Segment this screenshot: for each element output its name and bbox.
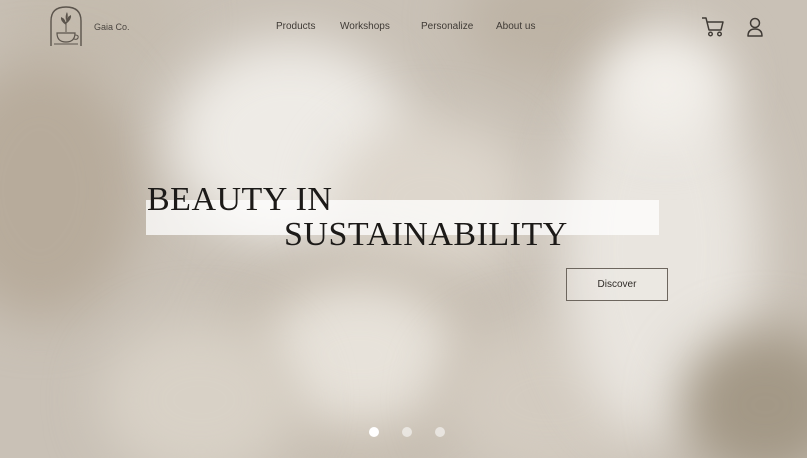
carousel-dot-1-active[interactable] [369,427,379,437]
user-icon[interactable] [744,16,768,38]
discover-button[interactable]: Discover [566,268,668,301]
teacup-plant-arch-icon[interactable] [48,5,84,47]
hero-headline-line-1: BEAUTY IN [147,181,333,218]
cart-icon[interactable] [701,16,725,38]
nav-link-personalize[interactable]: Personalize [421,21,473,32]
top-navigation: Gaia Co. Products Workshops Personalize … [0,0,807,56]
carousel-dot-2[interactable] [402,427,412,437]
nav-link-products[interactable]: Products [276,21,315,32]
carousel-pagination [367,427,447,439]
nav-link-workshops[interactable]: Workshops [340,21,390,32]
brand-name[interactable]: Gaia Co. [94,22,130,32]
carousel-dot-3[interactable] [435,427,445,437]
hero-headline-line-2: SUSTAINABILITY [284,216,568,253]
nav-link-about-us[interactable]: About us [496,21,535,32]
hero-background-shape [0,60,140,320]
